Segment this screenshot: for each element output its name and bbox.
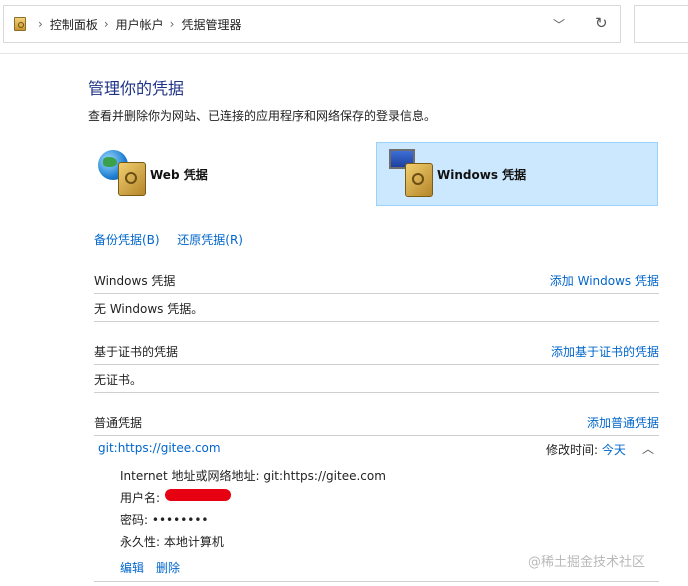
windows-credentials-label: Windows 凭据 <box>437 168 527 182</box>
windows-credentials-header[interactable]: Windows 凭据 <box>94 272 175 289</box>
chevron-right-icon: › <box>38 17 43 31</box>
address-row: Internet 地址或网络地址: git:https://gitee.com <box>120 467 386 484</box>
divider <box>94 392 659 393</box>
modified-label: 修改时间: <box>546 443 599 457</box>
page-title: 管理你的凭据 <box>88 79 185 98</box>
control-panel-icon <box>14 17 26 31</box>
safe-icon <box>118 162 146 196</box>
breadcrumb: › 控制面板 › 用户帐户 › 凭据管理器 <box>32 6 241 42</box>
divider <box>94 581 659 582</box>
persistence-row: 永久性: 本地计算机 <box>120 533 224 550</box>
address-value: git:https://gitee.com <box>263 469 386 483</box>
add-generic-credential-link[interactable]: 添加普通凭据 <box>587 414 659 431</box>
add-windows-credential-link[interactable]: 添加 Windows 凭据 <box>550 272 659 289</box>
web-credentials-label: Web 凭据 <box>150 168 208 182</box>
username-label: 用户名: <box>120 491 161 505</box>
credential-modified: 修改时间: 今天 <box>546 441 626 458</box>
windows-credentials-empty: 无 Windows 凭据。 <box>94 302 204 316</box>
divider <box>94 321 659 322</box>
certificate-credentials-empty: 无证书。 <box>94 373 143 387</box>
breadcrumb-user-accounts[interactable]: 用户帐户 <box>116 16 164 33</box>
credential-entry-name[interactable]: git:https://gitee.com <box>98 441 221 455</box>
watermark: @稀土掘金技术社区 <box>528 555 646 570</box>
web-credentials-tile[interactable]: Web 凭据 <box>96 146 296 206</box>
safe-icon <box>405 163 433 197</box>
generic-credentials-header[interactable]: 普通凭据 <box>94 414 142 431</box>
divider <box>94 293 659 294</box>
chevron-right-icon: › <box>103 17 109 31</box>
divider <box>0 53 688 54</box>
address-bar[interactable]: › 控制面板 › 用户帐户 › 凭据管理器 ﹀ ↻ <box>3 5 621 43</box>
password-value: •••••••• <box>151 513 209 527</box>
chevron-right-icon: › <box>169 17 175 31</box>
backup-credentials-link[interactable]: 备份凭据(B) <box>94 233 160 247</box>
certificate-credentials-header[interactable]: 基于证书的凭据 <box>94 343 178 360</box>
windows-credentials-tile[interactable]: Windows 凭据 <box>376 142 658 206</box>
collapse-chevron-icon[interactable]: ︿ <box>642 440 654 457</box>
restore-credentials-link[interactable]: 还原凭据(R) <box>177 233 243 247</box>
refresh-icon[interactable]: ↻ <box>595 14 608 32</box>
divider <box>94 435 659 436</box>
page-description: 查看并删除你为网站、已连接的应用程序和网络保存的登录信息。 <box>88 109 437 123</box>
address-label: Internet 地址或网络地址: <box>120 469 260 483</box>
username-redaction <box>165 489 231 501</box>
delete-link[interactable]: 删除 <box>156 559 180 576</box>
divider <box>94 364 659 365</box>
persistence-label: 永久性: <box>120 535 161 549</box>
search-box[interactable] <box>634 5 688 43</box>
add-certificate-credential-link[interactable]: 添加基于证书的凭据 <box>551 343 659 360</box>
breadcrumb-credential-manager[interactable]: 凭据管理器 <box>181 16 241 33</box>
breadcrumb-control-panel[interactable]: 控制面板 <box>50 16 98 33</box>
modified-value: 今天 <box>601 443 626 457</box>
persistence-value: 本地计算机 <box>163 535 224 549</box>
password-label: 密码: <box>120 513 149 527</box>
backup-restore-links: 备份凭据(B) 还原凭据(R) <box>94 231 243 248</box>
password-row: 密码: •••••••• <box>120 511 209 528</box>
chevron-down-icon[interactable]: ﹀ <box>553 16 565 33</box>
edit-link[interactable]: 编辑 <box>120 559 144 576</box>
